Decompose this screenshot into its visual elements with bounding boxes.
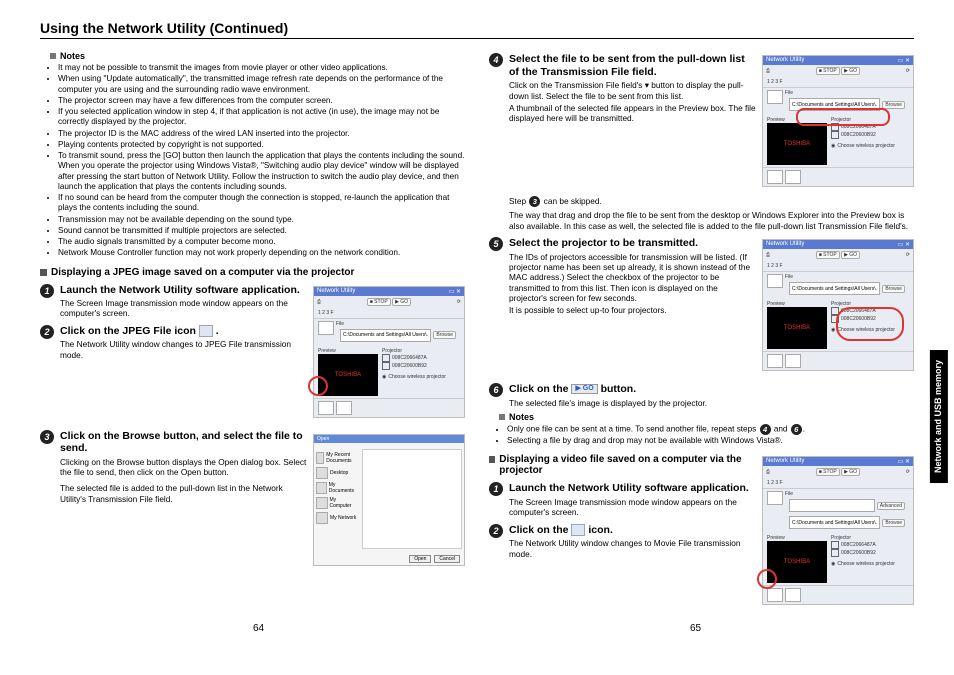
step-number-icon: 4: [489, 53, 503, 67]
jpeg-file-icon: [199, 325, 213, 337]
step-number-icon: 1: [40, 284, 54, 298]
notes-list: It may not be possible to transmit the i…: [40, 63, 465, 259]
step-ref-icon: 3: [529, 196, 540, 207]
preview-box: TOSHIBA: [318, 354, 378, 396]
note-item: Transmission may not be available depend…: [58, 215, 465, 225]
window-title: Network Utility: [317, 288, 355, 295]
sidebar-item[interactable]: My Computer: [316, 497, 358, 509]
square-bullet-icon: [50, 53, 56, 59]
step-number-icon: 2: [489, 524, 503, 538]
section-tab: Network and USB memory: [930, 350, 948, 483]
open-dialog-screenshot: Open My Recent Documents Desktop My Docu…: [313, 434, 465, 566]
mode-icon[interactable]: [318, 321, 334, 335]
file-list-area[interactable]: [362, 449, 462, 549]
step-4: 4 Select the file to be sent from the pu…: [489, 53, 756, 124]
note-item: The audio signals transmitted by a compu…: [58, 237, 465, 247]
file-path-input[interactable]: [340, 329, 431, 342]
step-number-icon: 6: [489, 383, 503, 397]
step-2: 2 Click on the JPEG File icon . The Netw…: [40, 325, 307, 360]
checkbox[interactable]: [382, 354, 390, 362]
step-number-icon: 3: [40, 430, 54, 444]
folder-icon: [316, 452, 324, 464]
notes-heading: Notes: [50, 51, 465, 61]
step-3: 3 Click on the Browse button, and select…: [40, 430, 307, 505]
notes-heading: Notes: [499, 412, 914, 422]
section-jpeg-title: Displaying a JPEG image saved on a compu…: [40, 267, 465, 278]
note-item: Network Mouse Controller function may no…: [58, 248, 465, 258]
step-number-icon: 1: [489, 482, 503, 496]
sidebar-item[interactable]: My Documents: [316, 482, 358, 494]
video-step-1: 1 Launch the Network Utility software ap…: [489, 482, 756, 517]
note-item: Only one file can be sent at a time. To …: [507, 424, 914, 435]
section-video-title: Displaying a video file saved on a compu…: [489, 454, 756, 476]
movie-file-icon: [571, 524, 585, 536]
browse-button[interactable]: Browse: [433, 331, 456, 339]
step-5: 5 Select the projector to be transmitted…: [489, 237, 756, 316]
square-bullet-icon: [40, 269, 47, 276]
square-bullet-icon: [489, 456, 495, 463]
right-column: Network Utility▭ ✕ ⎙■ STOP ▶ GO⟳ 1 2 3 F…: [489, 47, 914, 611]
step-number-icon: 5: [489, 237, 503, 251]
open-dialog-title: Open: [314, 435, 464, 443]
go-button[interactable]: ▶ GO: [392, 298, 411, 306]
window-controls-icon: ▭ ✕: [449, 288, 461, 295]
page-number-left: 64: [253, 623, 264, 634]
note-item: It may not be possible to transmit the i…: [58, 63, 465, 73]
toolbar-icon: ⎙: [317, 299, 321, 305]
video-step-2: 2 Click on the icon. The Network Utility…: [489, 524, 756, 559]
stop-button[interactable]: ■ STOP: [367, 298, 391, 306]
note-item: To transmit sound, press the [GO] button…: [58, 151, 465, 192]
note-item: The projector ID is the MAC address of t…: [58, 129, 465, 139]
mode-icon[interactable]: [336, 401, 352, 415]
page-title: Using the Network Utility (Continued): [40, 20, 914, 39]
mode-icon[interactable]: [318, 401, 334, 415]
network-utility-screenshot: Network Utility▭ ✕ ⎙ ■ STOP ▶ GO ⟳ 1 2 3…: [313, 286, 465, 418]
note-item: If you selected application window in st…: [58, 107, 465, 128]
desktop-icon: [316, 467, 328, 479]
page-number-right: 65: [690, 623, 701, 634]
network-icon: [316, 512, 328, 524]
computer-icon: [316, 497, 328, 509]
toolbar-icon: ⟳: [457, 299, 461, 305]
notes-list-2: Only one file can be sent at a time. To …: [489, 424, 914, 446]
sidebar-item[interactable]: My Recent Documents: [316, 452, 358, 464]
go-button-icon: ▶ GO: [571, 384, 597, 394]
network-utility-screenshot: Network Utility▭ ✕ ⎙■ STOP ▶ GO⟳ 1 2 3 F…: [762, 456, 914, 605]
note-item: Sound cannot be transmitted if multiple …: [58, 226, 465, 236]
radio-icon[interactable]: ◉: [382, 374, 386, 380]
note-item: The projector screen may have a few diff…: [58, 96, 465, 106]
note-item: When using "Update automatically", the t…: [58, 74, 465, 95]
left-column: Notes It may not be possible to transmit…: [40, 47, 465, 611]
folder-icon: [316, 482, 327, 494]
checkbox[interactable]: [382, 362, 390, 370]
network-utility-screenshot: Network Utility▭ ✕ ⎙■ STOP ▶ GO⟳ 1 2 3 F…: [762, 55, 914, 187]
step-1: 1 Launch the Network Utility software ap…: [40, 284, 307, 319]
sidebar-item[interactable]: Desktop: [316, 467, 358, 479]
cancel-button[interactable]: Cancel: [434, 555, 460, 563]
step-number-icon: 2: [40, 325, 54, 339]
step-6: 6 Click on the ▶ GO button. The selected…: [489, 383, 914, 408]
square-bullet-icon: [499, 414, 505, 420]
sidebar-item[interactable]: My Network: [316, 512, 358, 524]
network-utility-screenshot: Network Utility▭ ✕ ⎙■ STOP ▶ GO⟳ 1 2 3 F…: [762, 239, 914, 371]
note-item: If no sound can be heard from the comput…: [58, 193, 465, 214]
note-item: Playing contents protected by copyright …: [58, 140, 465, 150]
open-button[interactable]: Open: [409, 555, 431, 563]
note-item: Selecting a file by drag and drop may no…: [507, 436, 914, 446]
